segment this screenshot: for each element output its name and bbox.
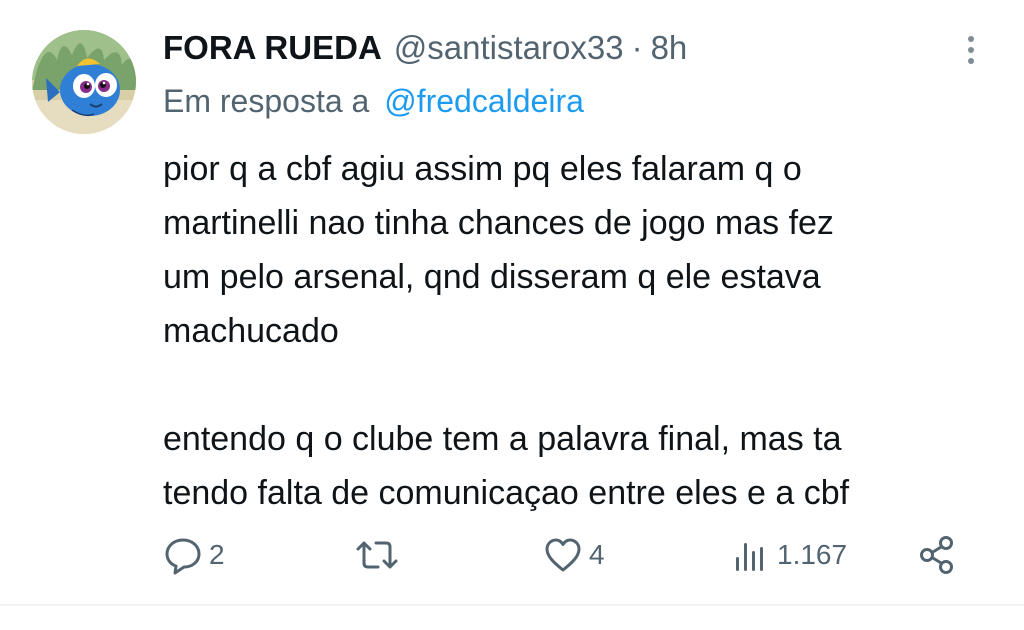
reply-prefix: Em resposta a	[163, 83, 370, 119]
tweet-text-line: entendo q o clube tem a palavra final, m…	[163, 420, 842, 458]
action-bar: 2 4 1.167	[0, 530, 1024, 580]
share-button[interactable]	[916, 530, 958, 580]
reply-count: 2	[209, 539, 225, 570]
tweet[interactable]: FORA RUEDA @santistarox33 · 8h Em respos…	[0, 0, 1024, 604]
share-icon	[920, 536, 953, 574]
tweet-text-line: machucado	[163, 312, 339, 350]
tweet-divider	[0, 604, 1024, 606]
tweet-text-line: martinelli nao tinha chances de jogo mas…	[163, 204, 834, 242]
like-count: 4	[589, 539, 605, 570]
cartoon-blue-fish-avatar-icon	[32, 30, 136, 134]
like-button[interactable]: 4	[543, 530, 605, 580]
reply-to-link[interactable]: @fredcaldeira	[384, 83, 584, 119]
reply-icon	[165, 538, 201, 575]
tweet-text-line: pior q a cbf agiu assim pq eles falaram …	[163, 150, 802, 188]
reply-button[interactable]: 2	[163, 530, 225, 580]
reply-context: Em resposta a @fredcaldeira	[163, 83, 584, 120]
heart-icon	[545, 538, 581, 572]
tweet-text-line: um pelo arsenal, qnd disseram q ele esta…	[163, 258, 821, 296]
display-name[interactable]: FORA RUEDA	[163, 29, 382, 67]
tweet-text-line: tendo falta de comunicaçao entre eles e …	[163, 474, 850, 512]
views-chart-icon	[736, 543, 763, 571]
timestamp[interactable]: 8h	[651, 29, 688, 67]
tweet-text: pior q a cbf agiu assim pq eles falaram …	[163, 142, 983, 520]
tweet-header: FORA RUEDA @santistarox33 · 8h	[163, 26, 687, 70]
more-button[interactable]	[956, 30, 986, 70]
avatar[interactable]	[32, 30, 136, 134]
user-handle[interactable]: @santistarox33	[394, 29, 624, 67]
separator-dot: ·	[631, 29, 643, 66]
retweet-button[interactable]	[354, 530, 406, 580]
retweet-icon	[356, 541, 398, 569]
views-button[interactable]: 1.167	[731, 530, 847, 580]
views-count: 1.167	[777, 539, 848, 570]
more-vertical-icon	[968, 36, 974, 64]
